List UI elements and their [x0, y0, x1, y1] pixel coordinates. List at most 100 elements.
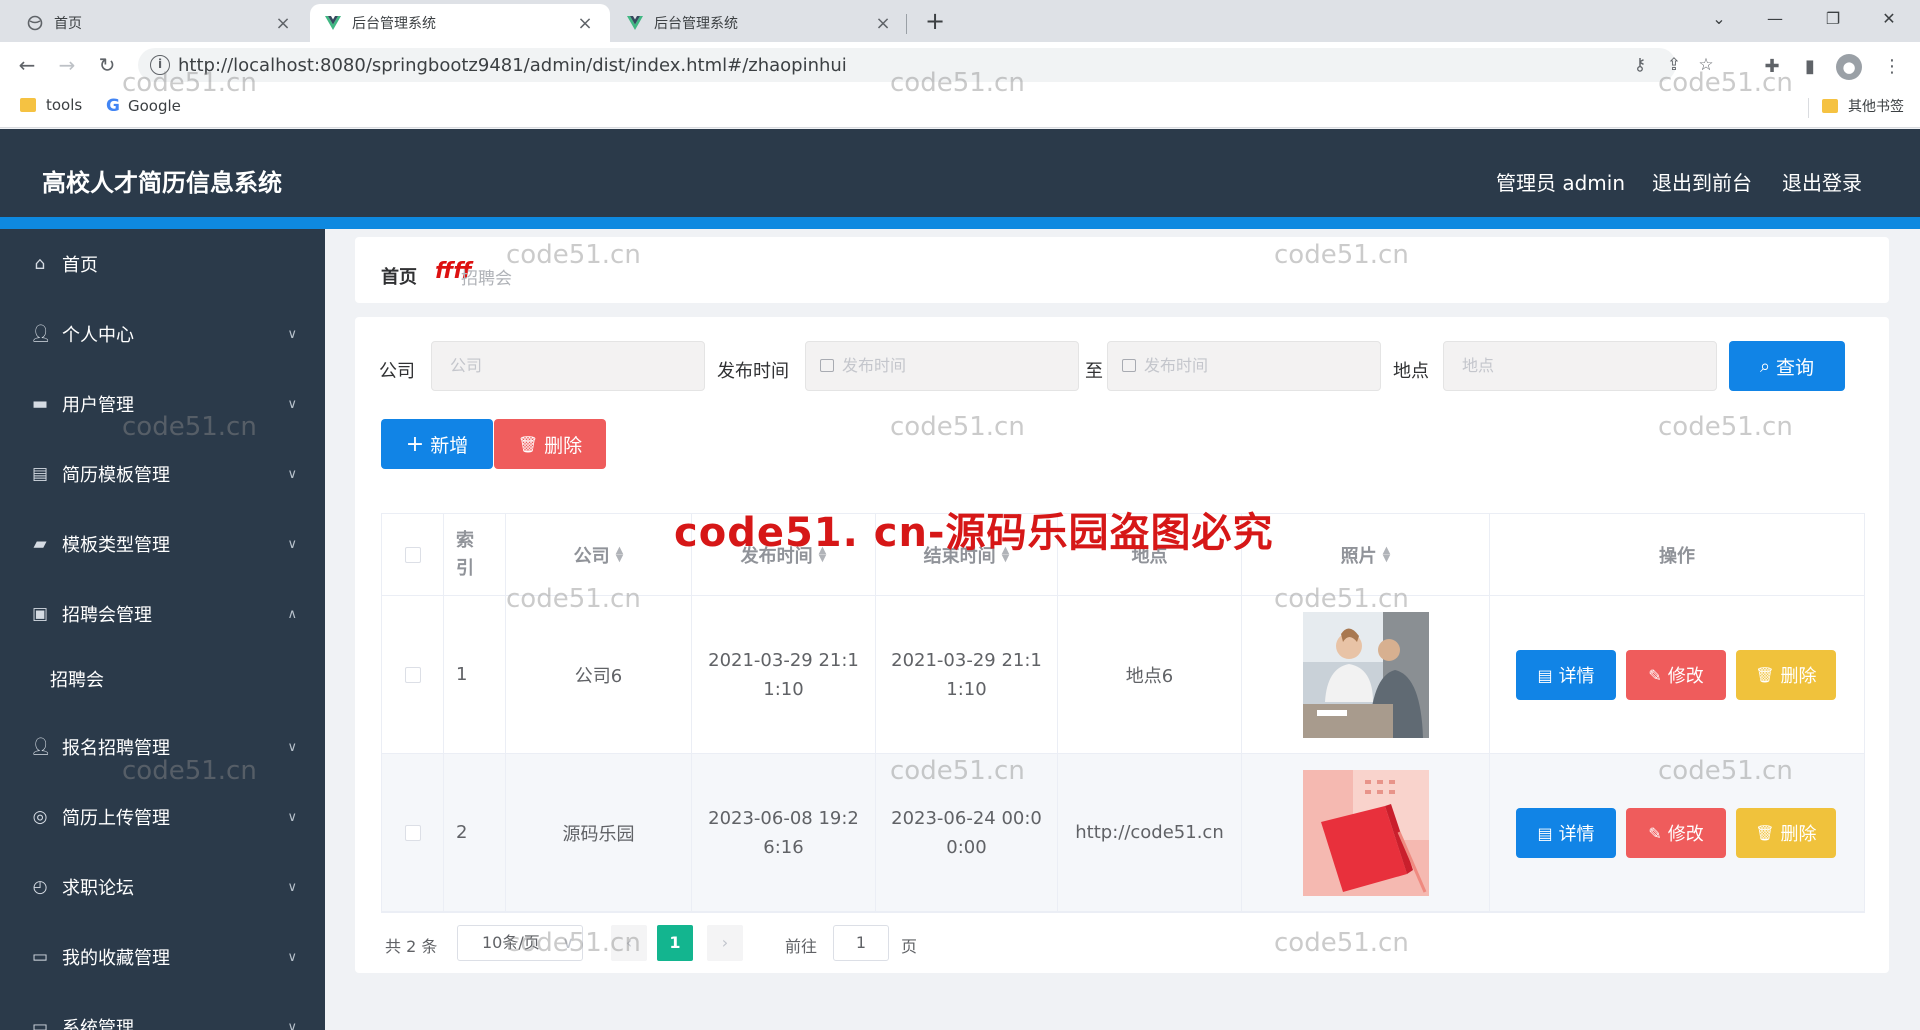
watermark-big: code51. cn-源码乐园盗图必究 — [674, 510, 1274, 556]
bookmark-star-icon[interactable]: ☆ — [1694, 55, 1718, 75]
column-header-index: 索引 — [444, 514, 506, 596]
forward-arrow-icon[interactable]: → — [52, 50, 82, 80]
close-icon[interactable]: × — [272, 13, 294, 34]
sidebar-item-forum[interactable]: ◴ 求职论坛 ∨ — [0, 859, 325, 915]
browser-toolbar: ← → ↻ i http://localhost:8080/springboot… — [0, 42, 1920, 88]
edit-button[interactable]: ✎ 修改 — [1626, 808, 1726, 858]
company-input[interactable]: 公司 — [431, 341, 705, 391]
browser-tab-admin-active[interactable]: 后台管理系统 × — [310, 4, 610, 42]
sidebar-item-resume-upload[interactable]: ◎ 简历上传管理 ∨ — [0, 789, 325, 845]
site-info-icon[interactable]: i — [150, 55, 170, 75]
sidebar-item-system[interactable]: ▭ 系统管理 ∨ — [0, 999, 325, 1030]
place-input[interactable]: 地点 — [1443, 341, 1717, 391]
breadcrumb-home[interactable]: 首页 — [381, 263, 417, 289]
query-button-label: 查询 — [1776, 356, 1815, 379]
profile-avatar-icon[interactable]: ● — [1836, 54, 1862, 80]
goto-label: 前往 — [785, 937, 818, 956]
tab-title: 首页 — [54, 16, 82, 32]
address-bar[interactable]: i http://localhost:8080/springbootz9481/… — [138, 48, 1714, 82]
row-delete-button[interactable]: 🗑︎ 删除 — [1736, 808, 1836, 858]
chevron-down-icon: ∨ — [287, 879, 297, 895]
publish-time-label: 发布时间 — [717, 361, 789, 382]
cell-company: 公司6 — [506, 596, 692, 754]
new-tab-plus-icon[interactable]: + — [920, 6, 950, 36]
sidebar-item-resume-template[interactable]: ▤ 简历模板管理 ∨ — [0, 446, 325, 502]
key-icon[interactable]: ⚷ — [1628, 55, 1652, 75]
sidebar-item-user-management[interactable]: ▬ 用户管理 ∨ — [0, 376, 325, 432]
side-panel-icon[interactable]: ▮ — [1798, 56, 1822, 78]
more-menu-icon[interactable]: ⋮ — [1880, 56, 1904, 78]
query-button[interactable]: ⌕ 查询 — [1729, 341, 1845, 391]
sidebar-item-label: 求职论坛 — [62, 878, 134, 899]
bookmark-other[interactable]: 其他书签 — [1822, 96, 1904, 116]
row-checkbox[interactable] — [404, 824, 421, 841]
meeting-photo-image[interactable] — [1302, 611, 1429, 738]
red-notebook-photo-image[interactable] — [1302, 769, 1429, 896]
bulk-delete-button[interactable]: 🗑︎ 删除 — [494, 419, 606, 469]
pencil-icon: ✎ — [1648, 823, 1662, 843]
exit-to-front-link[interactable]: 退出到前台 — [1652, 167, 1752, 196]
sort-caret-icon[interactable]: ▲ ▼ — [616, 545, 624, 563]
restore-icon[interactable]: ❐ — [1810, 4, 1856, 34]
pagination-total: 共 2 条 — [385, 937, 438, 956]
url-text[interactable]: http://localhost:8080/springbootz9481/ad… — [178, 55, 847, 76]
browser-tabstrip: 首页 × 后台管理系统 × 后台管理系统 × + ⌄ — ❐ ✕ — [0, 0, 1920, 42]
row-checkbox[interactable] — [404, 666, 421, 683]
sidebar-item-home[interactable]: ⌂ 首页 — [0, 236, 325, 292]
tab-search-chevron-icon[interactable]: ⌄ — [1696, 4, 1742, 34]
detail-button[interactable]: ▤ 详情 — [1516, 808, 1616, 858]
bookmark-google[interactable]: G Google — [106, 96, 181, 116]
sidebar-item-template-type[interactable]: ▰ 模板类型管理 ∨ — [0, 516, 325, 572]
detail-label: 详情 — [1558, 666, 1595, 687]
chevron-down-icon: ∨ — [287, 536, 297, 552]
next-page-button[interactable]: › — [707, 925, 743, 961]
user-icon: 👤︎ — [30, 324, 52, 344]
calendar-icon — [820, 359, 834, 372]
browser-tab-home[interactable]: 首页 × — [12, 4, 308, 42]
share-icon[interactable]: ⇪ — [1662, 55, 1686, 75]
row-delete-button[interactable]: 🗑︎ 删除 — [1736, 650, 1836, 700]
column-header-photo[interactable]: 照片 ▲ ▼ — [1242, 514, 1490, 596]
sidebar-item-label: 招聘会管理 — [62, 605, 152, 626]
tab-divider — [906, 14, 907, 34]
bookmark-tools[interactable]: tools — [20, 96, 82, 114]
logout-link[interactable]: 退出登录 — [1782, 167, 1862, 196]
browser-tab-admin-2[interactable]: 后台管理系统 × — [612, 4, 908, 42]
close-icon[interactable]: × — [872, 13, 894, 34]
prev-page-button[interactable]: ‹ — [611, 925, 647, 961]
page-number-1[interactable]: 1 — [657, 925, 693, 961]
window-close-icon[interactable]: ✕ — [1866, 4, 1912, 34]
extensions-puzzle-icon[interactable]: ✚ — [1760, 56, 1784, 78]
close-icon[interactable]: × — [574, 13, 596, 34]
select-all-checkbox[interactable] — [404, 546, 421, 563]
goto-page-input[interactable]: 1 — [833, 925, 889, 961]
sidebar-item-registration[interactable]: 👤︎ 报名招聘管理 ∨ — [0, 719, 325, 775]
row-checkbox-cell[interactable] — [382, 754, 444, 912]
sidebar-item-personal-center[interactable]: 👤︎ 个人中心 ∨ — [0, 306, 325, 362]
detail-button[interactable]: ▤ 详情 — [1516, 650, 1616, 700]
cell-publish-time: 2021-03-29 21:11:10 — [692, 596, 876, 754]
folder-icon — [1822, 99, 1838, 113]
chevron-up-icon: ∧ — [287, 606, 297, 622]
sort-caret-icon[interactable]: ▲ ▼ — [1383, 545, 1391, 563]
pencil-icon: ✎ — [1648, 665, 1662, 685]
chevron-down-icon: ∨ — [287, 949, 297, 965]
edit-button[interactable]: ✎ 修改 — [1626, 650, 1726, 700]
compass-icon: ◎ — [32, 807, 48, 827]
sidebar-item-favorites[interactable]: ▭ 我的收藏管理 ∨ — [0, 929, 325, 985]
page-size-select[interactable]: 10条/页 ∨ — [457, 925, 583, 961]
reload-icon[interactable]: ↻ — [92, 50, 122, 80]
publish-time-start-input[interactable]: 发布时间 — [805, 341, 1079, 391]
ticket-icon: ▣ — [31, 604, 49, 624]
column-header-company[interactable]: 公司 ▲ ▼ — [506, 514, 692, 596]
select-all-checkbox-cell[interactable] — [382, 514, 444, 596]
minimize-icon[interactable]: — — [1752, 4, 1798, 34]
row-checkbox-cell[interactable] — [382, 596, 444, 754]
publish-time-end-input[interactable]: 发布时间 — [1107, 341, 1381, 391]
add-button[interactable]: + 新增 — [381, 419, 493, 469]
chevron-down-icon: ∨ — [287, 396, 297, 412]
back-arrow-icon[interactable]: ← — [12, 50, 42, 80]
sidebar-item-job-fair[interactable]: ▣ 招聘会管理 ∧ — [0, 586, 325, 642]
sidebar-subitem-job-fair[interactable]: 招聘会 — [0, 653, 325, 705]
company-placeholder: 公司 — [450, 356, 483, 375]
